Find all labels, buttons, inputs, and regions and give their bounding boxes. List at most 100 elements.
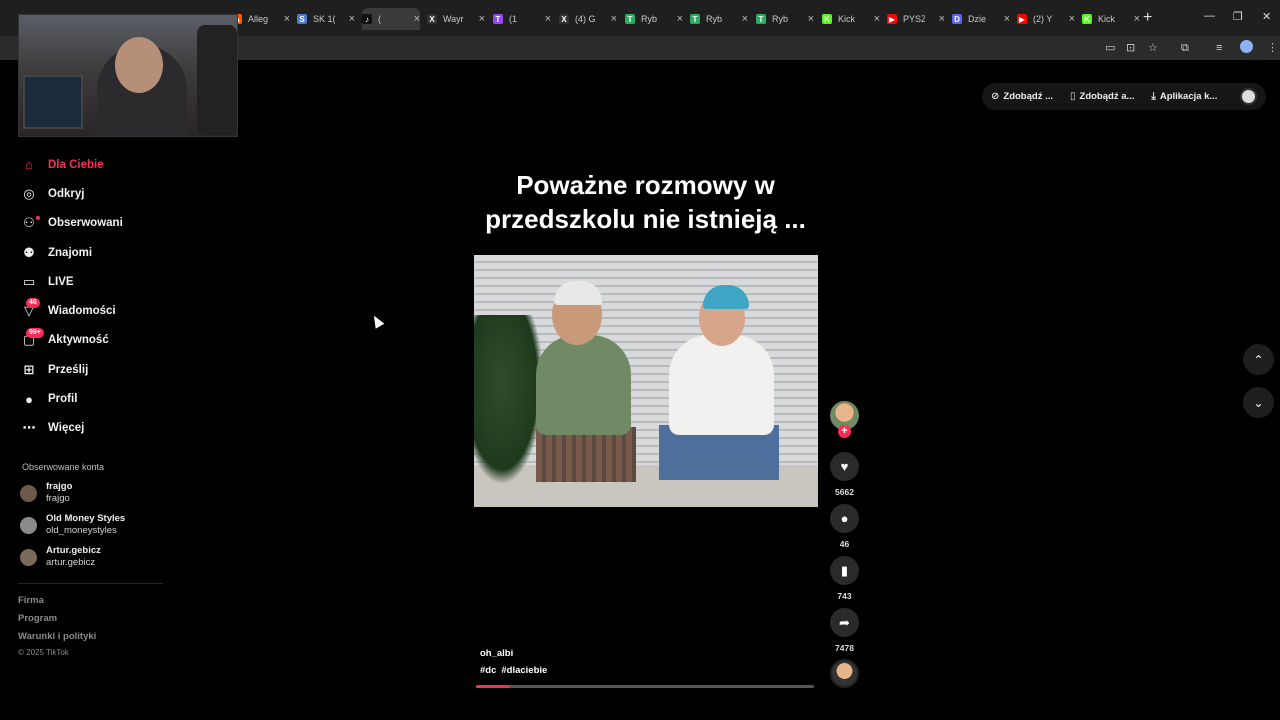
followed-account[interactable]: Old Money Styles old_moneystyles: [20, 513, 125, 537]
sidebar-item-more[interactable]: ⋯ Więcej: [18, 414, 168, 443]
download-icon: ⤓: [1151, 91, 1156, 102]
tab-close-icon[interactable]: ×: [349, 13, 355, 25]
bookmark-star-icon[interactable]: ☆: [1148, 41, 1158, 55]
sidebar-item-message[interactable]: ▽ 46 Wiadomości: [18, 296, 168, 325]
tab-favicon-icon: ♪: [362, 14, 372, 24]
browser-tab[interactable]: ▶ (2) Y ×: [1017, 8, 1075, 30]
browser-menu-icon[interactable]: ⋮: [1267, 41, 1278, 55]
tab-title: Alleg: [248, 14, 269, 24]
like-button[interactable]: ♥: [830, 452, 859, 481]
tab-close-icon[interactable]: ×: [1004, 13, 1010, 25]
top-action-button[interactable]: ▯ Zdobądź a...: [1070, 91, 1134, 102]
video-author[interactable]: oh_albi: [480, 648, 513, 659]
follow-button[interactable]: +: [838, 425, 851, 438]
compass-icon: ◎: [23, 185, 35, 201]
footer-link[interactable]: Firma: [18, 595, 44, 606]
window-restore-button[interactable]: ❐: [1233, 10, 1243, 23]
browser-tab[interactable]: T (1 ×: [493, 8, 551, 30]
sidebar-item-upload[interactable]: ⊞ Prześlij: [18, 355, 168, 384]
top-action-button[interactable]: ⤓ Aplikacja k...: [1151, 91, 1217, 102]
account-username: old_moneystyles: [46, 525, 117, 536]
next-video-button[interactable]: ⌄: [1243, 387, 1274, 418]
top-action-button[interactable]: ⊘ Zdobądź ...: [991, 91, 1053, 102]
browser-tab[interactable]: T Ryb ×: [756, 8, 814, 30]
tab-close-icon[interactable]: ×: [742, 13, 748, 25]
window-minimize-button[interactable]: —: [1204, 10, 1215, 22]
sidebar-item-label: Aktywność: [48, 334, 109, 347]
sidebar-item-friends[interactable]: ⚉ Znajomi: [18, 238, 168, 267]
tab-close-icon[interactable]: ×: [479, 13, 485, 25]
previous-video-button[interactable]: ⌃: [1243, 344, 1274, 375]
tab-close-icon[interactable]: ×: [939, 13, 945, 25]
browser-tab[interactable]: AAlleg×: [232, 8, 290, 30]
video-player[interactable]: [474, 255, 818, 507]
sidebar-item-compass[interactable]: ◎ Odkryj: [18, 179, 168, 208]
coin-icon: ⊘: [991, 91, 1000, 102]
tab-close-icon[interactable]: ×: [284, 13, 290, 25]
browser-tab[interactable]: K Kick ×: [1082, 8, 1140, 30]
browser-tab[interactable]: D Dzie ×: [952, 8, 1010, 30]
hashtag-link[interactable]: #dlaciebie: [501, 665, 547, 676]
sidebar-item-activity[interactable]: ▢ 99+ Aktywność: [18, 326, 168, 355]
hashtag-link[interactable]: #dc: [480, 665, 496, 676]
account-name: Old Money Styles: [46, 513, 126, 524]
browser-tab[interactable]: S SK 1(×: [297, 8, 355, 30]
browser-tab[interactable]: X (4) G ×: [559, 8, 617, 30]
comment-button[interactable]: ●: [830, 504, 859, 533]
upload-icon: ⊞: [23, 361, 35, 377]
user-avatar[interactable]: [1240, 88, 1257, 105]
extensions-icon[interactable]: ⧉: [1181, 41, 1189, 55]
translate-icon[interactable]: ⊡: [1126, 41, 1135, 55]
tab-close-icon[interactable]: ×: [677, 13, 683, 25]
notification-badge: 46: [26, 298, 40, 309]
tab-close-icon[interactable]: ×: [808, 13, 814, 25]
profile-icon: ●: [25, 391, 33, 407]
tab-close-icon[interactable]: ×: [874, 13, 880, 25]
sidebar-item-live[interactable]: ▭ LIVE: [18, 267, 168, 296]
tab-close-icon[interactable]: ×: [1134, 13, 1140, 25]
more-icon: ⋯: [22, 420, 36, 436]
browser-tab[interactable]: ♪ (×: [362, 8, 420, 30]
tab-favicon-icon: T: [690, 14, 700, 24]
mouse-cursor: [369, 313, 385, 329]
browser-tab[interactable]: T Ryb ×: [625, 8, 683, 30]
save-button[interactable]: ▮: [830, 556, 859, 585]
new-tab-button[interactable]: +: [1143, 10, 1152, 26]
footer-link[interactable]: Warunki i polityki: [18, 631, 96, 642]
followed-account[interactable]: frajgo frajgo: [20, 481, 72, 505]
tab-close-icon[interactable]: ×: [414, 13, 420, 25]
browser-tab[interactable]: X Wayr ×: [427, 8, 485, 30]
music-disc[interactable]: [830, 659, 859, 688]
sidebar-divider: [18, 583, 163, 584]
tab-close-icon[interactable]: ×: [545, 13, 551, 25]
sidebar-item-profile[interactable]: ● Profil: [18, 384, 168, 413]
browser-profile-avatar[interactable]: [1240, 40, 1253, 53]
window-close-button[interactable]: ✕: [1262, 10, 1271, 23]
tab-title: Ryb: [641, 14, 658, 24]
video-caption: Poważne rozmowy w przedszkolu nie istnie…: [485, 170, 806, 234]
browser-tab[interactable]: ▶ PYSZ ×: [887, 8, 945, 30]
video-progress-fill: [476, 685, 510, 688]
tab-title: Ryb: [772, 14, 789, 24]
cast-icon[interactable]: ▭: [1105, 41, 1115, 55]
share-button[interactable]: ➦: [830, 608, 859, 637]
tab-favicon-icon: T: [625, 14, 635, 24]
new-indicator-dot: [36, 215, 40, 220]
followed-account[interactable]: Artur.gebicz artur.gebicz: [20, 545, 101, 569]
sidebar-item-home[interactable]: ⌂ Dla Ciebie: [18, 150, 168, 179]
tab-close-icon[interactable]: ×: [1069, 13, 1075, 25]
sidebar-item-user-plus[interactable]: ⚇ Obserwowani: [18, 209, 168, 238]
tab-title: (4) G: [575, 14, 596, 24]
browser-tab[interactable]: K Kick ×: [822, 8, 880, 30]
browser-tab[interactable]: T Ryb ×: [690, 8, 748, 30]
sidebar-item-label: LIVE: [48, 275, 74, 288]
footer-link[interactable]: Program: [18, 613, 57, 624]
tab-favicon-icon: T: [493, 14, 503, 24]
video-progress-bar[interactable]: [476, 685, 814, 688]
tab-close-icon[interactable]: ×: [611, 13, 617, 25]
sidebar-item-label: Wiadomości: [48, 305, 116, 318]
media-control-icon[interactable]: ≡: [1216, 41, 1222, 55]
like-count: 5662: [835, 487, 854, 497]
share-arrow-icon: ➦: [839, 614, 850, 630]
video-hashtags: #dc #dlaciebie: [480, 665, 552, 676]
